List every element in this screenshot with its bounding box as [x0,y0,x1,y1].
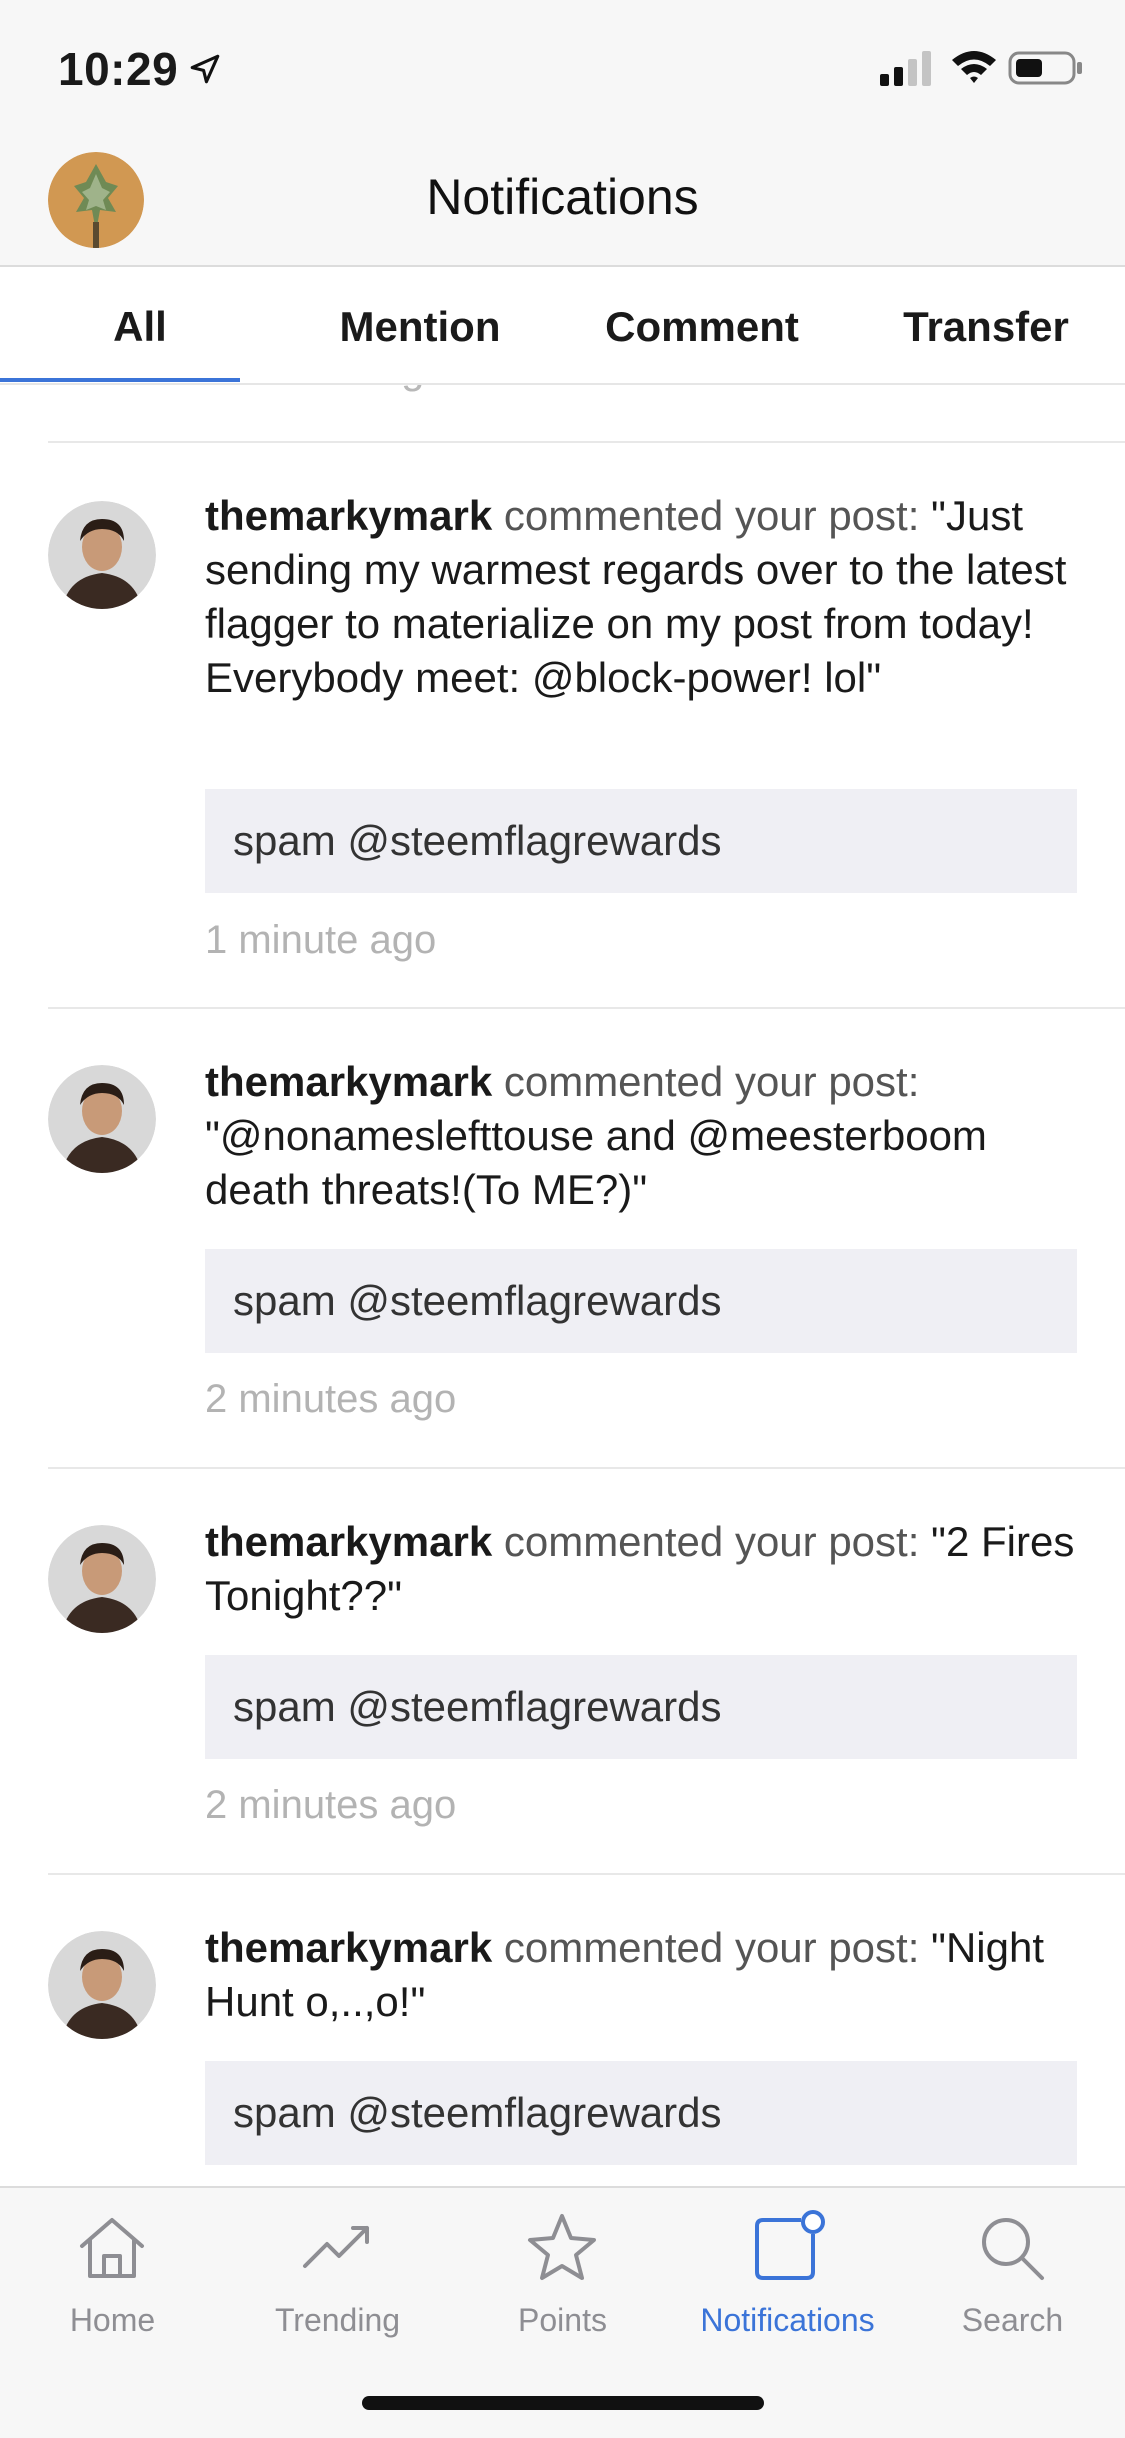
tab-bar-home[interactable]: Home [0,2188,225,2358]
username[interactable]: themarkymark [205,1518,492,1565]
notification-time: 2 minutes ago [205,1377,457,1421]
filter-tabs: All Mention Comment Transfer [0,267,1125,385]
trending-icon [303,2226,369,2268]
notification-time: 2 minutes ago [205,1783,457,1827]
avatar[interactable] [48,501,156,609]
tab-bar-label: Search [961,2302,1064,2338]
home-icon [80,2218,144,2278]
notifications-icon [755,2210,825,2280]
comment-preview: spam @steemflagrewards [205,1655,1077,1759]
tab-comment[interactable]: Comment [582,303,822,351]
star-icon [528,2214,596,2280]
notification-text: themarkymark commented your post: "2 Fir… [205,1515,1085,1623]
tab-transfer[interactable]: Transfer [866,303,1106,351]
location-arrow-icon [190,54,220,84]
notification-action: commented your post: [503,492,920,539]
status-time: 10:29 [58,43,179,95]
notification-item[interactable]: themarkymark commented your post: "@nona… [0,1009,1125,1467]
notification-list[interactable]: 1 minute ago themarkymark commented your… [0,385,1125,2185]
page-title: Notifications [426,169,699,225]
tab-mention[interactable]: Mention [300,303,540,351]
tab-bar-label: Points [518,2302,607,2338]
comment-text: spam @steemflagrewards [233,2089,722,2136]
comment-preview: spam @steemflagrewards [205,789,1077,893]
wifi-icon [952,51,996,83]
tab-bar-search[interactable]: Search [900,2188,1125,2358]
tab-bar-trending[interactable]: Trending [225,2188,450,2358]
comment-text: spam @steemflagrewards [233,817,722,864]
header: Notifications [0,140,1125,267]
notification-item[interactable]: themarkymark commented your post: "Night… [0,1875,1125,2185]
home-indicator [362,2396,764,2410]
username[interactable]: themarkymark [205,492,492,539]
tab-bar-label: Notifications [700,2302,875,2338]
tab-bar-label: Home [69,2302,156,2338]
notification-text: themarkymark commented your post: "Just … [205,489,1085,705]
comment-preview: spam @steemflagrewards [205,2061,1077,2165]
active-tab-indicator [0,378,240,382]
notification-item[interactable]: themarkymark commented your post: "Just … [0,443,1125,1009]
avatar[interactable] [48,1525,156,1633]
username[interactable]: themarkymark [205,1924,492,1971]
search-icon [982,2218,1044,2280]
notification-item[interactable]: themarkymark commented your post: "2 Fir… [0,1469,1125,1873]
username[interactable]: themarkymark [205,1058,492,1105]
avatar[interactable] [48,1931,156,2039]
tab-bar-label: Trending [274,2302,401,2338]
notification-time: 1 minute ago [205,385,448,393]
status-bar: 10:29 [0,0,1125,140]
tab-bar-notifications[interactable]: Notifications [675,2188,900,2358]
tab-all[interactable]: All [20,303,260,351]
notification-action: commented your post: [503,1058,920,1105]
notification-text: themarkymark commented your post: "Night… [205,1921,1085,2029]
notification-action: commented your post: [503,1924,920,1971]
comment-text: spam @steemflagrewards [233,1277,722,1324]
tab-bar-points[interactable]: Points [450,2188,675,2358]
cellular-signal-icon [880,51,931,86]
notification-action: commented your post: [503,1518,920,1565]
notification-time: 1 minute ago [205,918,437,962]
comment-text: spam @steemflagrewards [233,1683,722,1730]
post-title: "@nonameslefttouse and @meesterboom deat… [205,1112,987,1213]
notification-text: themarkymark commented your post: "@nona… [205,1055,1085,1217]
battery-icon [1008,51,1082,85]
comment-preview: spam @steemflagrewards [205,1249,1077,1353]
avatar[interactable] [48,1065,156,1173]
